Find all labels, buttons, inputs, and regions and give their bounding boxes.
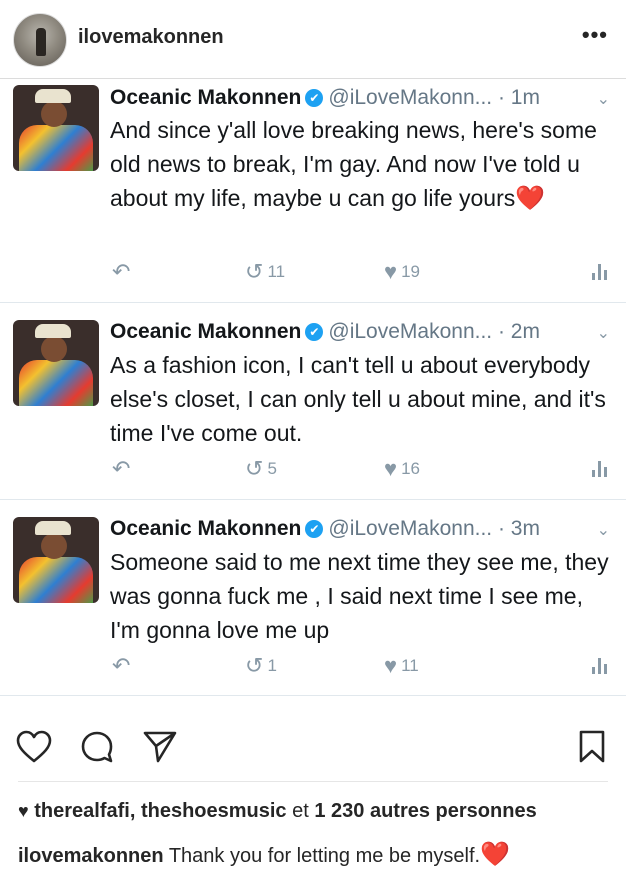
retweet-button[interactable]: ↺ 11 (245, 259, 285, 285)
comment-icon[interactable] (80, 730, 114, 764)
caption-username[interactable]: ilovemakonnen (18, 845, 164, 867)
tweet-actions: ↶ ↺ 1 ♥ 11 (0, 653, 626, 681)
retweet-count: 5 (267, 459, 277, 478)
liked-by-users[interactable]: therealfafi, theshoesmusic (34, 800, 286, 822)
tweet-handle: @iLoveMakonn... (328, 517, 493, 540)
share-icon[interactable] (142, 730, 178, 764)
tweet-avatar (13, 517, 99, 603)
retweet-icon: ↺ (245, 259, 264, 284)
tweet-handle: @iLoveMakonn... (328, 86, 493, 109)
instagram-header: ilovemakonnen ••• (0, 0, 626, 79)
verified-icon: ✔ (305, 89, 324, 107)
retweet-button[interactable]: ↺ 5 (245, 456, 277, 482)
like-button[interactable]: ♥ 11 (384, 653, 419, 679)
tweet: Oceanic Makonnen ✔ @iLoveMakonn... · 2m ⌄ … (0, 302, 626, 500)
likes-line: ♥ therealfafi, theshoesmusic et 1 230 au… (18, 800, 537, 823)
chevron-down-icon[interactable]: ⌄ (597, 323, 610, 343)
retweet-icon: ↺ (245, 456, 264, 481)
like-button[interactable]: ♥ 19 (384, 259, 420, 285)
tweet-text: As a fashion icon, I can't tell u about … (110, 352, 606, 446)
tweet-author-name: Oceanic Makonnen (110, 517, 302, 540)
tweet-header: Oceanic Makonnen ✔ @iLoveMakonn... · 1m (110, 86, 540, 110)
like-icon: ♥ (384, 456, 398, 481)
tweet-time: · 2m (497, 320, 540, 343)
tweet: Oceanic Makonnen ✔ @iLoveMakonn... · 3m ⌄ … (0, 499, 626, 696)
tweet-text: Someone said to me next time they see me… (110, 549, 609, 643)
tweet-avatar (13, 320, 99, 406)
chevron-down-icon[interactable]: ⌄ (597, 89, 610, 109)
verified-icon: ✔ (305, 323, 324, 341)
tweet-handle: @iLoveMakonn... (328, 320, 493, 343)
tweet-author-name: Oceanic Makonnen (110, 86, 302, 109)
tweet-text: And since y'all love breaking news, here… (110, 113, 610, 216)
tweet-time: · 1m (497, 86, 540, 109)
tweet-avatar (13, 85, 99, 171)
like-icon: ♥ (384, 259, 398, 284)
tweet-author-name: Oceanic Makonnen (110, 320, 302, 343)
post-actions (0, 726, 626, 770)
tweet-header: Oceanic Makonnen ✔ @iLoveMakonn... · 2m (110, 320, 540, 344)
heart-icon[interactable] (16, 730, 52, 764)
tweet-actions: ↶ ↺ 5 ♥ 16 (0, 456, 626, 484)
like-count: 19 (401, 262, 420, 281)
retweet-count: 1 (267, 656, 277, 675)
header-username[interactable]: ilovemakonnen (78, 26, 224, 49)
more-icon[interactable]: ••• (582, 22, 608, 48)
red-heart-emoji: ❤️ (480, 841, 510, 868)
reply-icon[interactable]: ↶ (112, 456, 134, 482)
likes-joiner: et (286, 800, 315, 822)
like-count: 16 (401, 459, 420, 478)
analytics-icon[interactable] (592, 264, 608, 280)
likes-count[interactable]: 1 230 autres personnes (314, 800, 536, 822)
like-button[interactable]: ♥ 16 (384, 456, 420, 482)
like-count: 11 (401, 656, 419, 675)
post-caption: ilovemakonnen Thank you for letting me b… (18, 840, 510, 869)
verified-icon: ✔ (305, 520, 324, 538)
tweet: Oceanic Makonnen ✔ @iLoveMakonn... · 1m ⌄ … (0, 79, 626, 303)
tweet-actions: ↶ ↺ 11 ♥ 19 (0, 259, 626, 287)
analytics-icon[interactable] (592, 461, 608, 477)
profile-avatar[interactable] (13, 13, 67, 67)
analytics-icon[interactable] (592, 658, 608, 674)
bookmark-icon[interactable] (578, 730, 606, 764)
tweet-header: Oceanic Makonnen ✔ @iLoveMakonn... · 3m (110, 517, 540, 541)
red-heart-emoji: ❤️ (515, 185, 546, 212)
reply-icon[interactable]: ↶ (112, 653, 134, 679)
tweet-screenshot: Oceanic Makonnen ✔ @iLoveMakonn... · 1m ⌄ … (0, 79, 626, 696)
reply-icon[interactable]: ↶ (112, 259, 134, 285)
caption-text: Thank you for letting me be myself. (168, 845, 481, 867)
tweet-time: · 3m (497, 517, 540, 540)
retweet-icon: ↺ (245, 653, 264, 678)
divider (18, 781, 608, 782)
filled-heart-icon: ♥ (18, 801, 29, 821)
chevron-down-icon[interactable]: ⌄ (597, 520, 610, 540)
retweet-button[interactable]: ↺ 1 (245, 653, 277, 679)
retweet-count: 11 (267, 262, 286, 281)
like-icon: ♥ (384, 653, 398, 678)
